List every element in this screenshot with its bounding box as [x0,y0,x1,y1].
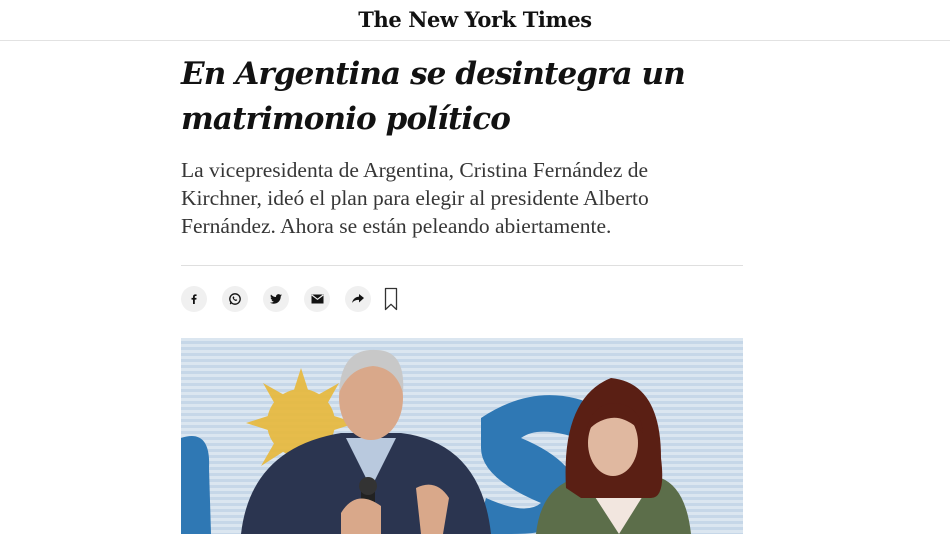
email-share-button[interactable] [304,286,330,312]
lead-photo[interactable] [181,338,743,534]
photo-image [181,338,743,534]
share-bar [181,285,400,313]
article-header: En Argentina se desintegra un matrimonio… [181,52,743,240]
page: The New York Times En Argentina se desin… [0,0,950,534]
summary: La vicepresidenta de Argentina, Cristina… [181,158,649,238]
share-icon [352,294,364,303]
divider [181,265,743,266]
whatsapp-share-button[interactable] [222,286,248,312]
nyt-logo[interactable]: The New York Times [358,5,592,35]
masthead: The New York Times [0,0,950,41]
headline: En Argentina se desintegra un matrimonio… [181,56,686,137]
facebook-share-button[interactable] [181,286,207,312]
twitter-share-button[interactable] [263,286,289,312]
save-bookmark-button[interactable] [382,286,400,312]
more-share-button[interactable] [345,286,371,312]
twitter-icon [270,294,282,304]
whatsapp-icon [229,293,241,305]
email-icon [310,294,324,304]
blue-letter-left [181,436,211,534]
facebook-icon [191,294,197,304]
bookmark-icon [384,287,398,311]
